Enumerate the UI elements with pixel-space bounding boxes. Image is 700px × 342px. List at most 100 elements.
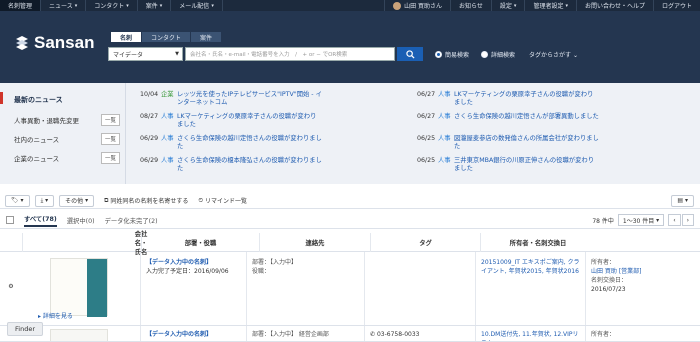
merge-same-name-label: 同姓同名の名刺を名寄せする xyxy=(110,198,189,205)
chevron-right-icon: › xyxy=(686,216,689,224)
nav-admin-settings[interactable]: 管理者設定 ▾ xyxy=(524,0,576,11)
news-date: 06/27 xyxy=(417,113,436,120)
business-card-image[interactable] xyxy=(50,258,108,317)
finder-tooltip[interactable]: Finder xyxy=(7,322,43,336)
chevron-down-icon: ▾ xyxy=(126,2,129,9)
next-page-button[interactable]: › xyxy=(681,214,694,226)
download-button[interactable]: ⤓ ▾ xyxy=(34,194,55,207)
news-text[interactable]: 図瀧屋麦参店の数発倫さんの所属会社が変わりました xyxy=(454,135,599,151)
owner-cell: 所有者： xyxy=(585,326,700,341)
user-menu[interactable]: 山田 買助さん xyxy=(384,0,450,11)
news-item[interactable]: 06/29 人事 さくら生命保険の越川定悟さんの役職が変わりました xyxy=(140,135,322,151)
company-list-button[interactable]: 一覧 xyxy=(100,152,120,164)
top-nav-bar: 名刺管理 ニュース ▾ コンタクト ▾ 案件 ▾ メール配信 ▾ 山田 買助さん お知ら… xyxy=(0,0,700,11)
view-toggle-button[interactable]: ▤ ▾ xyxy=(671,194,694,207)
news-text[interactable]: さくら生命保険の榎本隆弘さんの役職が変わりました xyxy=(177,157,322,173)
detail-search-radio[interactable]: 詳細検索 xyxy=(481,50,515,59)
simple-search-radio[interactable]: 簡易検索 xyxy=(435,50,469,59)
range-select[interactable]: 1〜30 件目 ▾ xyxy=(617,214,665,226)
nav-notifications[interactable]: お知らせ xyxy=(450,0,491,11)
news-text[interactable]: さくら生命保険の越川定悟さんが部署異動しました xyxy=(454,113,599,121)
personnel-list-button[interactable]: 一覧 xyxy=(100,114,120,126)
header-owner[interactable]: 所有者・名刺交換日 xyxy=(480,232,595,252)
merge-same-name-link[interactable]: ⧉ 同姓同名の名刺を名寄せする xyxy=(104,196,189,206)
nav-contact[interactable]: コンタクト ▾ xyxy=(86,0,138,11)
news-item[interactable]: 08/27 人事 LKマーケティングの栗原幸子さんの役職が変わりました xyxy=(140,113,322,129)
news-text[interactable]: LKマーケティングの栗原幸子さんの役職が変わりました xyxy=(177,113,322,129)
nav-settings[interactable]: 設定 ▾ xyxy=(490,0,525,11)
news-text[interactable]: さくら生命保険の越川定悟さんの役職が変わりました xyxy=(177,135,322,151)
contact-value: 03-6758-0033 xyxy=(376,331,420,338)
news-item[interactable]: 06/27 人事 LKマーケティングの栗原幸子さんの役職が変わりました xyxy=(417,91,599,107)
news-text[interactable]: 三井東京MBA銀行の川原正伸さんの役職が変わりました xyxy=(454,157,599,173)
tab-cards[interactable]: 名刺 xyxy=(111,32,142,42)
nav-logout[interactable]: ログアウト xyxy=(652,0,700,11)
news-item[interactable]: 10/04 企業 レッツ光を使ったIPテレビサービス"IPTV"開始 - インターネ… xyxy=(140,91,322,107)
news-category: 企業 xyxy=(161,91,174,98)
news-item[interactable]: 06/25 人事 三井東京MBA銀行の川原正伸さんの役職が変わりました xyxy=(417,157,599,173)
detail-link[interactable]: ▸ 詳細を見る xyxy=(38,311,73,320)
news-date: 06/27 xyxy=(417,91,436,98)
phone-icon: ✆ xyxy=(370,331,376,338)
search-row: マイデータ ▼ 会社名・氏名・e-mail・電話番号を入力 / + or − でO… xyxy=(108,47,578,61)
filter-selected[interactable]: 選択中(0) xyxy=(67,216,95,225)
company-name[interactable]: 【データ入力中の名刺】 xyxy=(146,258,241,267)
chevron-down-icon: ▾ xyxy=(211,2,214,9)
owner-name[interactable]: 山田 買助 [営業部] xyxy=(591,267,695,276)
tag-button[interactable]: 🏷 ▾ xyxy=(5,194,30,207)
news-text[interactable]: レッツ光を使ったIPテレビサービス"IPTV"開始 - インターネットコム xyxy=(177,91,322,107)
company-name[interactable]: 【データ入力中の名刺】 xyxy=(146,330,241,339)
pager: 78 件中 1〜30 件目 ▾ ‹ › xyxy=(592,214,694,226)
remind-list-link[interactable]: ⏲ リマインド一覧 xyxy=(198,196,247,206)
tags-value[interactable]: 10.DM送付先, 11.年賀状, 12.VIPリスト xyxy=(481,331,579,341)
news-item[interactable]: 06/27 人事 さくら生命保険の越川定悟さんが部署異動しました xyxy=(417,113,599,121)
table-row[interactable]: ⚙ ▸ 詳細を見る 【データ入力中の名刺】 入力完了予定日：2016/09/06… xyxy=(0,252,700,326)
department-label: 部署：【入力中】 xyxy=(252,259,298,266)
radio-empty-icon xyxy=(481,50,489,58)
header-contact[interactable]: 連絡先 xyxy=(259,232,370,252)
news-text[interactable]: LKマーケティングの栗原幸子さんの役職が変わりました xyxy=(454,91,599,107)
table-row[interactable]: 【データ入力中の名刺】 部署：【入力中】 経営企画部 ✆ 03-6758-003… xyxy=(0,326,700,342)
tab-deals[interactable]: 案件 xyxy=(191,32,222,42)
nav-card-management[interactable]: 名刺管理 xyxy=(0,0,42,11)
other-button[interactable]: その他 ▾ xyxy=(59,194,95,207)
sansan-logo[interactable]: Sansan xyxy=(14,33,94,53)
news-category: 人事 xyxy=(438,135,451,142)
business-card-image[interactable] xyxy=(50,329,108,341)
tab-contacts[interactable]: コンタクト xyxy=(142,32,191,42)
nav-news-label: ニュース xyxy=(49,3,73,10)
search-button[interactable] xyxy=(397,47,423,61)
nav-deals[interactable]: 案件 ▾ xyxy=(138,0,172,11)
news-item[interactable]: 06/25 人事 図瀧屋麦参店の数発倫さんの所属会社が変わりました xyxy=(417,135,599,151)
nav-mail[interactable]: メール配信 ▾ xyxy=(171,0,223,11)
download-icon: ⤓ xyxy=(40,196,44,204)
simple-search-label: 簡易検索 xyxy=(445,51,470,59)
nav-help[interactable]: お問い合わせ・ヘルプ xyxy=(575,0,653,11)
search-input[interactable]: 会社名・氏名・e-mail・電話番号を入力 / + or − でOR検索 xyxy=(185,47,395,61)
news-nav-latest[interactable]: 最新のニュース xyxy=(14,95,120,105)
news-item[interactable]: 06/29 人事 さくら生命保険の榎本隆弘さんの役職が変わりました xyxy=(140,157,322,173)
company-cell: 【データ入力中の名刺】 xyxy=(140,326,246,341)
tags-value[interactable]: 20151009_IT エキスポご案内, クライアント, 年賀状2015, 年賀… xyxy=(481,259,580,275)
nav-news[interactable]: ニュース ▾ xyxy=(41,0,87,11)
nav-mail-label: メール配信 xyxy=(179,3,210,10)
download-button-caret: ▾ xyxy=(45,197,49,204)
internal-list-button[interactable]: 一覧 xyxy=(100,133,120,145)
news-nav-internal-label[interactable]: 社内のニュース xyxy=(14,134,59,144)
select-all-checkbox[interactable] xyxy=(6,216,14,224)
news-nav-personnel-label[interactable]: 人事異動・退職先変更 xyxy=(14,115,79,125)
prev-page-button[interactable]: ‹ xyxy=(668,214,681,226)
list-toolbar: 🏷 ▾ ⤓ ▾ その他 ▾ ⧉ 同姓同名の名刺を名寄せする ⏲ リマインド一覧 … xyxy=(0,193,700,209)
tag-search-link[interactable]: タグからさがす ⌄ xyxy=(529,50,578,59)
filter-all[interactable]: すべて(78) xyxy=(24,214,57,227)
nav-contact-label: コンタクト xyxy=(94,3,125,10)
filter-in-progress[interactable]: データ化未完了(2) xyxy=(105,216,158,225)
row-settings[interactable]: ⚙ xyxy=(0,252,22,325)
header-department[interactable]: 部署・役職 xyxy=(141,232,259,252)
header-tags[interactable]: タグ xyxy=(370,232,480,252)
sansan-logo-icon xyxy=(16,36,28,50)
scope-select[interactable]: マイデータ ▼ xyxy=(108,47,183,61)
chevron-down-icon: ▾ xyxy=(513,2,517,9)
header-company[interactable]: 会社名・氏名 xyxy=(22,231,147,256)
news-nav-company-label[interactable]: 企業のニュース xyxy=(14,153,59,163)
